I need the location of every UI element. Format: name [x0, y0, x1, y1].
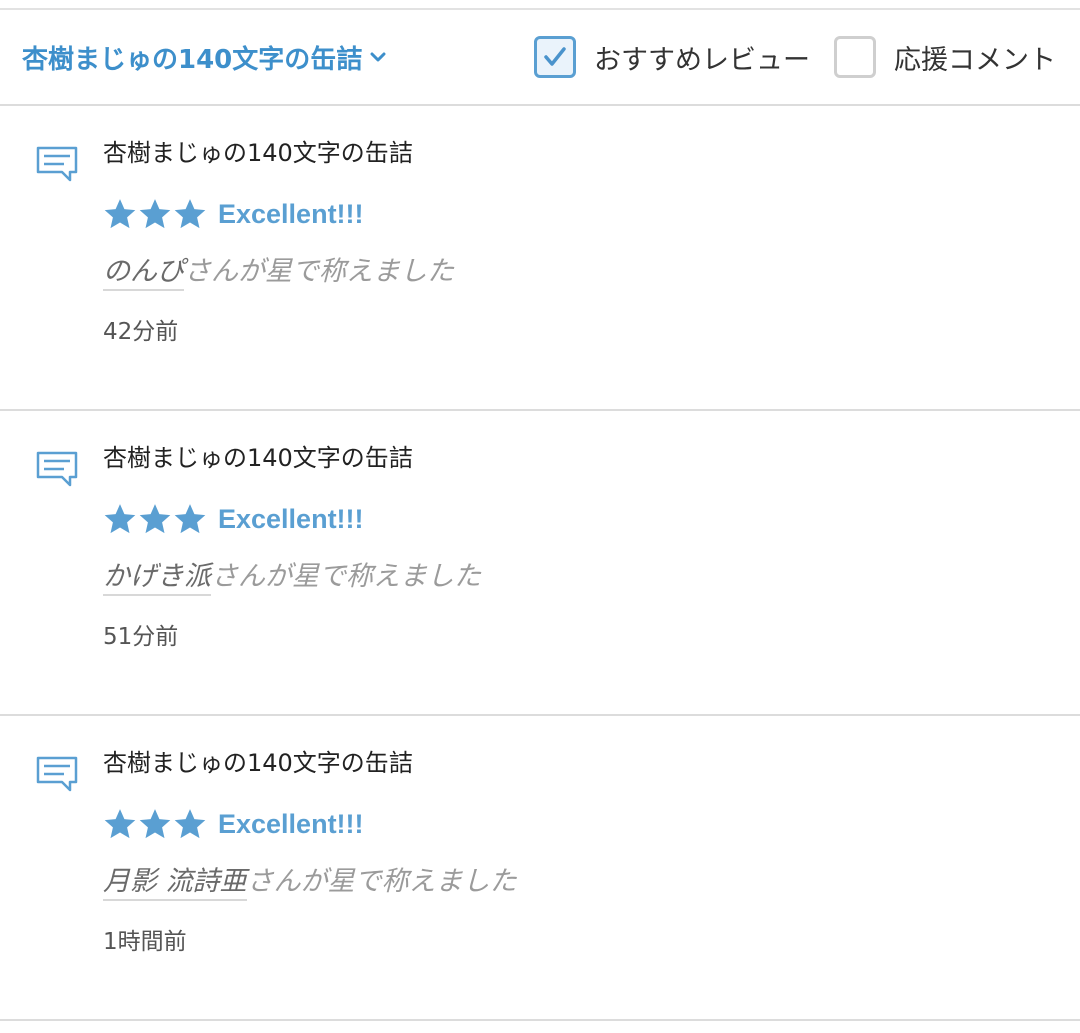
star-icon: [138, 197, 173, 231]
review-item[interactable]: 杏樹まじゅの140文字の缶詰 Excellent!!! のんぴさんが星で称えまし…: [0, 106, 1080, 411]
reviewer-name-link[interactable]: かげき派: [103, 561, 211, 596]
star-icon: [103, 502, 138, 536]
comment-icon: [36, 756, 78, 792]
rating-label: Excellent!!!: [218, 198, 364, 229]
praise-action-text: さんが星で称えました: [211, 561, 481, 592]
reviewer-name-link[interactable]: のんぴ: [103, 256, 184, 291]
review-list: 杏樹まじゅの140文字の缶詰 Excellent!!! のんぴさんが星で称えまし…: [0, 106, 1080, 1021]
support-comments-checkbox[interactable]: [834, 36, 876, 78]
review-timestamp: 51分前: [103, 624, 179, 650]
star-icon: [138, 502, 173, 536]
rating-label: Excellent!!!: [218, 503, 364, 534]
review-item[interactable]: 杏樹まじゅの140文字の缶詰 Excellent!!! 月影 流詩亜さんが星で称…: [0, 716, 1080, 1021]
star-icon: [173, 197, 208, 231]
praise-text: のんぴさんが星で称えました: [103, 252, 1056, 292]
filter-recommended-reviews[interactable]: おすすめレビュー: [534, 36, 810, 78]
comment-icon: [36, 146, 78, 182]
rating-label: Excellent!!!: [218, 808, 364, 839]
star-icon: [173, 807, 208, 841]
review-timestamp: 42分前: [103, 319, 179, 345]
praise-text: 月影 流詩亜さんが星で称えました: [103, 862, 1056, 902]
review-item[interactable]: 杏樹まじゅの140文字の缶詰 Excellent!!! かげき派さんが星で称えま…: [0, 411, 1080, 716]
rating-row: Excellent!!!: [103, 194, 1056, 234]
star-rating: [103, 197, 208, 231]
checkmark-icon: [544, 47, 566, 66]
filter-group: おすすめレビュー 応援コメント: [534, 36, 1056, 78]
review-work-title[interactable]: 杏樹まじゅの140文字の缶詰: [103, 138, 1056, 168]
recommended-reviews-checkbox[interactable]: [534, 36, 576, 78]
star-icon: [173, 502, 208, 536]
work-selector-label: 杏樹まじゅの140文字の缶詰: [22, 44, 363, 75]
star-rating: [103, 502, 208, 536]
filter-support-comments[interactable]: 応援コメント: [834, 36, 1056, 78]
support-comments-label: 応援コメント: [894, 44, 1056, 76]
star-icon: [103, 807, 138, 841]
praise-text: かげき派さんが星で称えました: [103, 557, 1056, 597]
review-filter-header: 杏樹まじゅの140文字の缶詰 おすすめレビュー 応援コメント: [0, 10, 1080, 106]
star-icon: [138, 807, 173, 841]
chevron-down-icon: [368, 47, 388, 67]
star-icon: [103, 197, 138, 231]
review-timestamp: 1時間前: [103, 929, 187, 955]
praise-action-text: さんが星で称えました: [246, 866, 517, 897]
comment-icon: [36, 451, 78, 487]
reviewer-name-link[interactable]: 月影 流詩亜: [103, 866, 247, 901]
review-work-title[interactable]: 杏樹まじゅの140文字の缶詰: [103, 748, 1056, 778]
recommended-reviews-label: おすすめレビュー: [594, 44, 810, 76]
work-selector-dropdown[interactable]: 杏樹まじゅの140文字の缶詰: [22, 39, 388, 76]
rating-row: Excellent!!!: [103, 499, 1056, 539]
praise-action-text: さんが星で称えました: [184, 256, 454, 287]
review-work-title[interactable]: 杏樹まじゅの140文字の缶詰: [103, 443, 1056, 473]
top-divider: [0, 0, 1080, 10]
rating-row: Excellent!!!: [103, 804, 1056, 844]
star-rating: [103, 807, 208, 841]
